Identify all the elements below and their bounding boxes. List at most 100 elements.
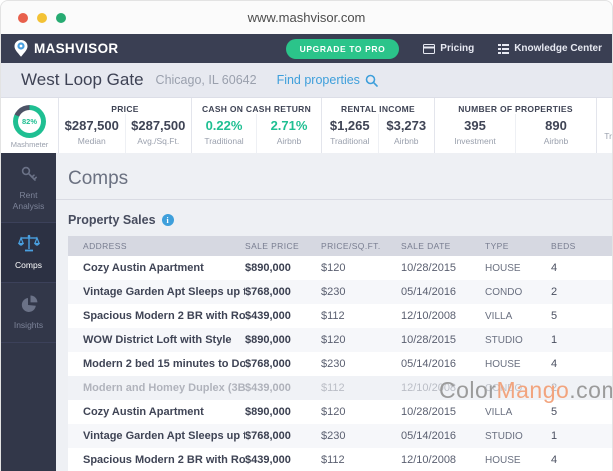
pricing-card-icon [423, 43, 436, 54]
cell-price-sqft: $112 [321, 454, 345, 466]
table-row[interactable]: Cozy Austin Apartment $890,000 $120 10/2… [68, 256, 612, 280]
table-row[interactable]: Spacious Modern 2 BR with Roof Deck $439… [68, 304, 612, 328]
stat-properties-investment: 395 Investment [435, 114, 515, 153]
cell-beds: 4 [551, 358, 558, 370]
knowledge-center-link[interactable]: Knowledge Center [498, 43, 602, 54]
stat-label: Airbnb [276, 135, 302, 146]
cell-address: Modern 2 bed 15 minutes to Downtown [83, 358, 245, 370]
neighborhood-name: West Loop Gate [21, 70, 144, 89]
cell-sale-date: 10/28/2015 [401, 262, 457, 274]
cell-beds: 1 [551, 430, 558, 442]
cell-sale-date: 12/10/2008 [401, 454, 457, 466]
property-sales-table: ADDRESS SALE PRICE PRICE/SQ.FT. SALE DAT… [68, 236, 612, 471]
table-header: ADDRESS SALE PRICE PRICE/SQ.FT. SALE DAT… [68, 236, 612, 256]
cell-type: HOUSE [485, 358, 521, 370]
cell-sale-price: $890,000 [245, 262, 291, 274]
cell-sale-date: 05/14/2016 [401, 358, 457, 370]
cell-sale-price: $768,000 [245, 430, 291, 442]
title-divider [56, 199, 612, 200]
key-icon [21, 166, 37, 181]
stat-group-title: RENTAL INCOME [341, 104, 415, 114]
main-content: Comps Property Sales i ADDRESS SALE PRIC… [56, 153, 612, 471]
cell-address: Vintage Garden Apt Sleeps up to 7 [83, 430, 245, 442]
page-title: Comps [68, 168, 129, 189]
top-navbar: MASHVISOR UPGRADE TO PRO Pricing Knowled… [1, 34, 612, 63]
cell-sale-date: 10/28/2015 [401, 406, 457, 418]
sidebar-item-label: Rent Analysis [12, 190, 45, 211]
stat-group-price: PRICE $287,500 Median $287,500 Avg./Sq.F… [59, 98, 192, 153]
mashvisor-logo[interactable]: MASHVISOR [13, 39, 118, 58]
upgrade-to-pro-button[interactable]: UPGRADE TO PRO [285, 38, 400, 59]
info-icon[interactable]: i [161, 214, 174, 226]
stat-price-median: $287,500 Median [59, 114, 125, 153]
pie-chart-icon [21, 295, 37, 312]
cell-type: VILLA [485, 310, 513, 322]
table-row[interactable]: Cozy Austin Apartment $890,000 $120 10/2… [68, 400, 612, 424]
left-sidebar: Rent Analysis Comps Insights [1, 153, 56, 471]
cell-beds: 1 [551, 334, 558, 346]
table-row[interactable]: Modern and Homey Duplex (3Br-3Ba) $439,0… [68, 376, 612, 400]
cell-price-sqft: $120 [321, 334, 346, 346]
column-header-address: ADDRESS [83, 241, 127, 251]
table-row[interactable]: Modern 2 bed 15 minutes to Downtown $768… [68, 352, 612, 376]
pricing-label: Pricing [440, 43, 475, 54]
cell-address: Cozy Austin Apartment [83, 262, 204, 274]
stat-label: Median [77, 135, 106, 146]
stat-label: Traditional [330, 135, 370, 146]
table-row[interactable]: Vintage Garden Apt Sleeps up to 7 $768,0… [68, 424, 612, 448]
cell-type: STUDIO [485, 430, 523, 442]
stat-label: Airbnb [393, 135, 419, 146]
mashmeter-label: Mashmeter [10, 140, 49, 149]
sidebar-item-label: Insights [13, 319, 44, 330]
column-header-beds: BEDS [551, 241, 576, 251]
brand-name: MASHVISOR [34, 41, 119, 56]
stat-value: $1,265 [329, 117, 370, 133]
knowledge-center-label: Knowledge Center [514, 43, 602, 54]
stat-properties-airbnb: 890 Airbnb [515, 114, 596, 153]
location-header: West Loop Gate Chicago, IL 60642 Find pr… [1, 63, 612, 98]
stat-rental-airbnb: $3,273 Airbnb [377, 114, 435, 153]
find-properties-link[interactable]: Find properties [277, 73, 378, 87]
cell-sale-date: 05/14/2016 [401, 430, 457, 442]
table-row[interactable]: Spacious Modern 2 BR with Roof Deck $439… [68, 448, 612, 471]
stat-price-avg-sqft: $287,500 Avg./Sq.Ft. [124, 114, 192, 153]
pricing-link[interactable]: Pricing [423, 43, 474, 54]
sidebar-item-comps[interactable]: Comps [1, 223, 56, 283]
map-pin-icon [14, 40, 28, 57]
address-bar[interactable]: www.mashvisor.com [1, 10, 612, 25]
section-title: Property Sales [68, 213, 156, 227]
cell-sale-price: $439,000 [245, 310, 291, 322]
cell-sale-date: 12/10/2008 [401, 310, 457, 322]
stat-label: Traditional [204, 135, 244, 146]
stat-truncated-column: Tr [604, 131, 612, 141]
cell-sale-price: $768,000 [245, 286, 291, 298]
cell-sale-price: $768,000 [245, 358, 291, 370]
cell-beds: 5 [551, 310, 558, 322]
stat-group-title: PRICE [111, 104, 139, 114]
table-row[interactable]: WOW District Loft with Style $890,000 $1… [68, 328, 612, 352]
stat-value: 395 [464, 117, 486, 133]
cell-price-sqft: $230 [321, 358, 346, 370]
stats-bar: 82% Mashmeter PRICE $287,500 Median $287… [1, 98, 612, 153]
cell-price-sqft: $120 [321, 406, 346, 418]
stat-group-rental-income: RENTAL INCOME $1,265 Traditional $3,273 … [322, 98, 435, 153]
stat-value: 890 [545, 117, 567, 133]
sidebar-item-rent-analysis[interactable]: Rent Analysis [1, 153, 56, 224]
stat-group-title: NUMBER OF PROPERTIES [458, 104, 573, 114]
browser-window: www.mashvisor.com MASHVISOR UPGRADE TO P… [0, 0, 613, 471]
sidebar-item-label: Comps [15, 260, 42, 271]
column-header-sale-date: SALE DATE [401, 241, 451, 251]
stat-group-title: CASH ON CASH RETURN [201, 104, 312, 114]
column-header-sale-price: SALE PRICE [245, 241, 300, 251]
cell-price-sqft: $230 [321, 286, 346, 298]
sidebar-item-insights[interactable]: Insights [1, 283, 56, 343]
cell-sale-date: 10/28/2015 [401, 334, 457, 346]
stat-rental-traditional: $1,265 Traditional [322, 114, 378, 153]
cell-sale-price: $890,000 [245, 406, 291, 418]
cell-sale-price: $890,000 [245, 334, 291, 346]
stat-label: Airbnb [543, 135, 569, 146]
cell-price-sqft: $112 [321, 382, 345, 394]
table-row[interactable]: Vintage Garden Apt Sleeps up to 7 $768,0… [68, 280, 612, 304]
mashmeter-ring: 82% [13, 105, 46, 138]
stat-label: Investment [454, 135, 496, 146]
